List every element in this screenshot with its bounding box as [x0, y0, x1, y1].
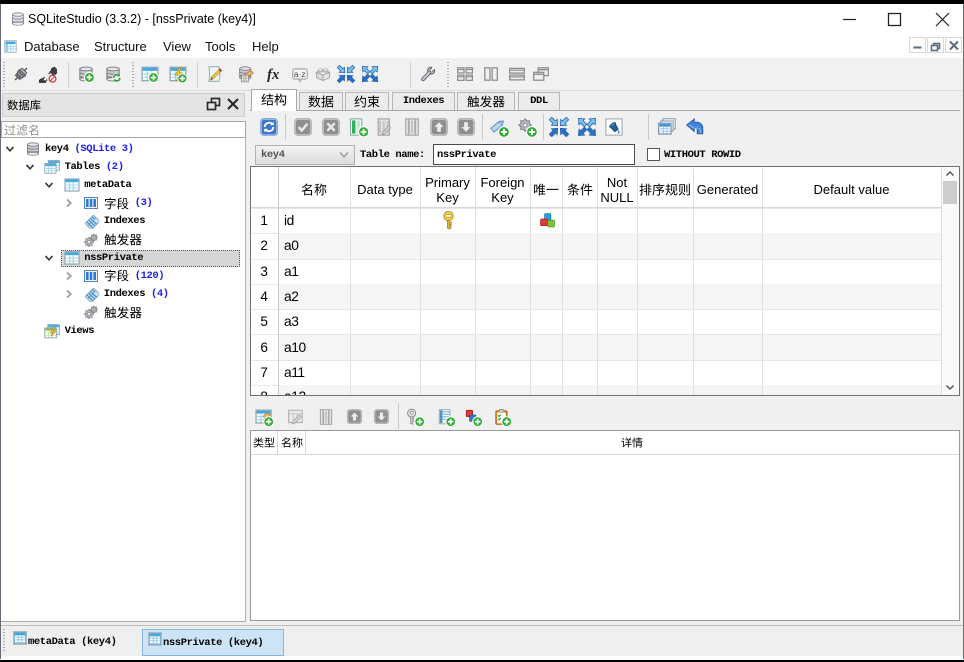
svg-text:fx: fx [267, 67, 279, 83]
svg-text:a·z: a·z [294, 69, 306, 79]
